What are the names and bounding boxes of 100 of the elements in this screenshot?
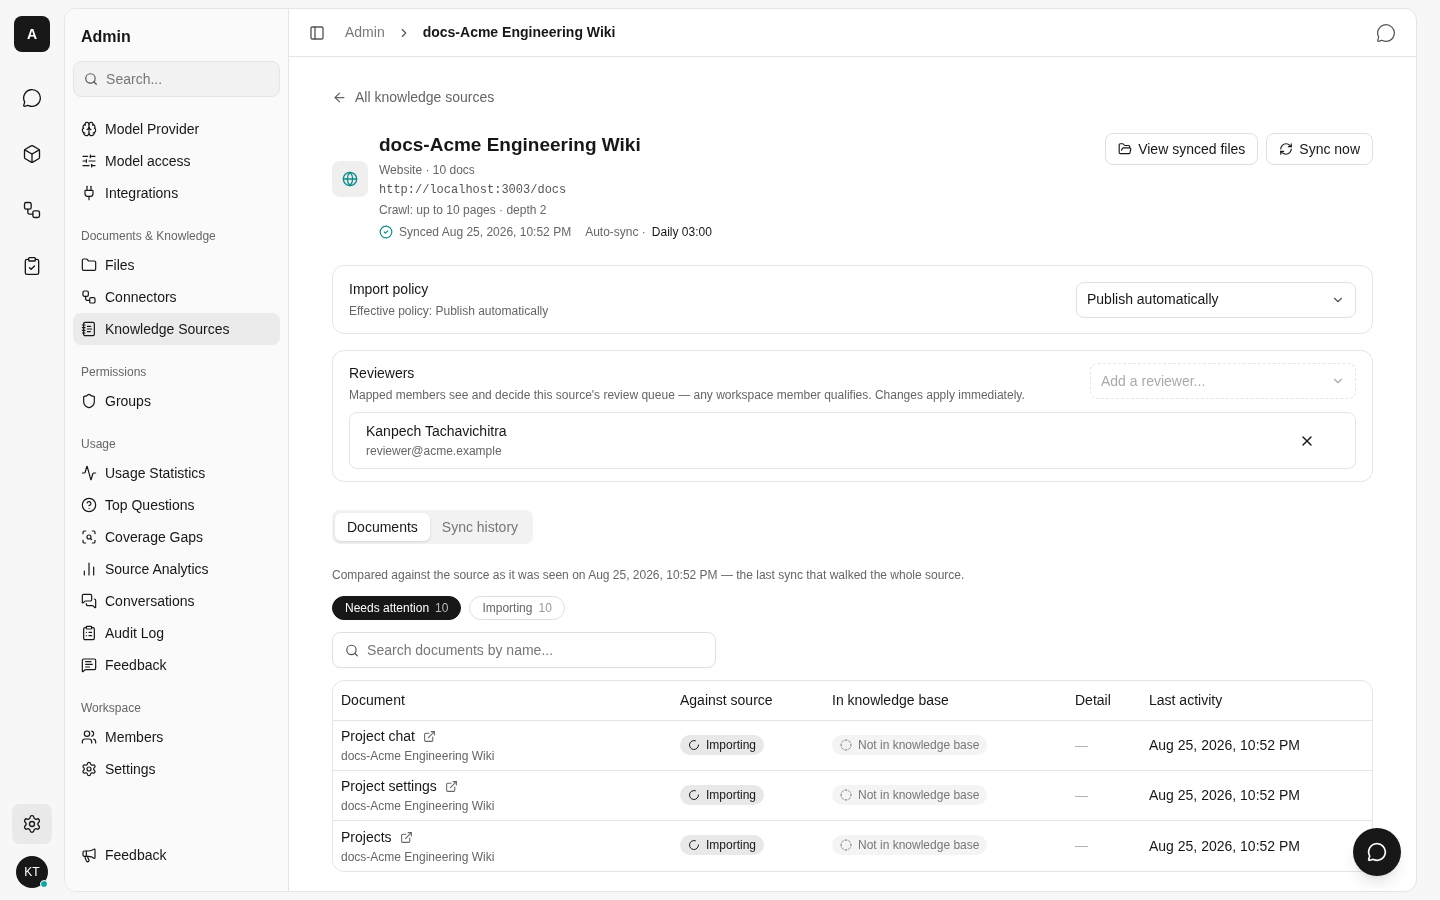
sidebar-item[interactable]: Conversations (73, 585, 280, 617)
search-icon (84, 71, 99, 87)
sync-button[interactable]: Sync now (1266, 133, 1373, 165)
column-header: Detail (1075, 691, 1112, 710)
document-name[interactable]: Project settings (341, 776, 437, 797)
section-heading: Documents & Knowledge (80, 228, 217, 245)
scan-icon (81, 529, 97, 545)
app-logo[interactable]: A (14, 16, 50, 52)
auto-sync-value: Daily 03:00 (651, 224, 712, 241)
globe-icon (332, 161, 368, 197)
column-header: Document (341, 691, 406, 710)
external-link-icon[interactable] (399, 830, 413, 844)
table-cell-text: Aug 25, 2026, 10:52 PM (1149, 836, 1301, 856)
status-badge: Importing (680, 784, 765, 805)
sidebar-item[interactable]: Top Questions (73, 489, 280, 521)
settings-icon (81, 761, 97, 777)
search-input[interactable]: Search... (106, 68, 269, 90)
sidebar-item[interactable]: Usage Statistics (73, 457, 280, 489)
sidebar-item[interactable]: Members (73, 721, 280, 753)
document-source: docs-Acme Engineering Wiki (341, 848, 496, 866)
section-heading: Workspace (80, 700, 142, 717)
card-subtitle: Effective policy: Publish automatically (349, 303, 550, 320)
sidebar-item[interactable]: Files (73, 249, 280, 281)
sync-status: Synced Aug 25, 2026, 10:52 PM (399, 224, 572, 241)
policy-select[interactable]: Publish automatically (1076, 281, 1356, 318)
document-source: docs-Acme Engineering Wiki (341, 748, 496, 765)
folder-icon (1118, 142, 1133, 156)
table-cell-text: — (1075, 837, 1089, 856)
card-title: Import policy (349, 280, 430, 299)
filter-chip[interactable]: Needs attention 10 (332, 596, 462, 620)
search-input[interactable]: Search documents by name... (367, 639, 703, 661)
sidebar-title: Admin (80, 27, 132, 47)
search-icon (345, 642, 360, 658)
document-search-field[interactable]: Search documents by name... (332, 632, 716, 668)
sidebar-item[interactable]: Source Analytics (73, 553, 280, 585)
table-cell-text: Aug 25, 2026, 10:52 PM (1149, 736, 1301, 755)
notebook-icon (81, 321, 97, 337)
breadcrumb-current: docs-Acme Engineering Wiki (422, 23, 616, 42)
brain-icon (81, 121, 97, 137)
sidebar-item[interactable]: Model Provider (73, 113, 280, 145)
users-icon (81, 729, 97, 745)
auto-sync-label: Auto-sync · (585, 224, 646, 241)
filter-chip[interactable]: Importing 10 (469, 596, 565, 620)
external-link-icon[interactable] (444, 780, 458, 793)
user-avatar[interactable]: KT (16, 856, 48, 888)
table-cell-text: — (1075, 786, 1089, 805)
source-meta: Website · 10 docs (379, 162, 476, 179)
status-badge: Importing (680, 835, 765, 855)
refresh-icon (1279, 142, 1294, 156)
status-badge: Not in knowledge base (832, 734, 988, 755)
megaphone-icon (81, 847, 97, 863)
table-cell-text: Aug 25, 2026, 10:52 PM (1149, 786, 1301, 805)
sidebar-item[interactable]: Audit Log (73, 617, 280, 649)
view-files-button[interactable]: View synced files (1105, 133, 1259, 165)
source-url: http://localhost:3003/docs (379, 182, 568, 199)
column-header: Last activity (1149, 691, 1224, 710)
document-source: docs-Acme Engineering Wiki (341, 798, 496, 815)
column-header: Against source (680, 691, 774, 710)
status-badge: Not in knowledge base (832, 784, 988, 805)
section-heading: Permissions (80, 364, 148, 381)
connector-icon (81, 289, 97, 305)
settings-icon[interactable] (12, 804, 52, 844)
status-badge: Not in knowledge base (832, 835, 988, 855)
card-title: Reviewers (349, 364, 416, 383)
sidebar-item[interactable]: Integrations (73, 177, 280, 209)
breadcrumb-link[interactable]: Admin (345, 22, 385, 43)
sidebar-item[interactable]: Feedback (73, 839, 280, 871)
search-field[interactable]: Search... (73, 61, 280, 97)
section-heading: Usage (80, 436, 117, 453)
tab[interactable]: Sync history (429, 513, 531, 541)
comparison-note: Compared against the source as it was seen on Aug 25, 2026, 10:52 PM — the last sync that walked the whole source. (332, 567, 966, 584)
column-header: In knowledge base (832, 691, 950, 710)
crawl-info: Crawl: up to 10 pages · depth 2 (379, 202, 548, 219)
check-circle-icon (379, 225, 393, 239)
chat-icon[interactable] (1376, 22, 1396, 43)
table-cell-text: — (1075, 736, 1089, 755)
sidebar-item[interactable]: Coverage Gaps (73, 521, 280, 553)
source-title: docs-Acme Engineering Wiki (379, 133, 642, 157)
sidebar-item[interactable]: Groups (73, 385, 280, 417)
document-name[interactable]: Projects (341, 826, 392, 848)
plug-icon (81, 185, 97, 201)
sliders-icon (81, 153, 97, 169)
sidebar-item[interactable]: Settings (73, 753, 280, 785)
sidebar-item[interactable]: Model access (73, 145, 280, 177)
back-link[interactable]: All knowledge sources (332, 87, 495, 108)
message-icon (81, 657, 97, 673)
activity-icon (81, 465, 97, 481)
tab[interactable]: Documents (335, 513, 430, 541)
sidebar-toggle-icon[interactable] (309, 24, 325, 41)
help-icon (81, 497, 97, 513)
chat-icon (1367, 842, 1387, 862)
bar-chart-icon (81, 561, 97, 577)
sidebar-item[interactable]: Knowledge Sources (73, 313, 280, 345)
reviewer-name: Kanpech Tachavichitra (366, 422, 508, 441)
sidebar-item[interactable]: Feedback (73, 649, 280, 681)
external-link-icon[interactable] (422, 730, 436, 743)
document-name[interactable]: Project chat (341, 726, 415, 747)
messages-icon (81, 593, 97, 609)
clipboard-icon (81, 625, 97, 641)
sidebar-item[interactable]: Connectors (73, 281, 280, 313)
